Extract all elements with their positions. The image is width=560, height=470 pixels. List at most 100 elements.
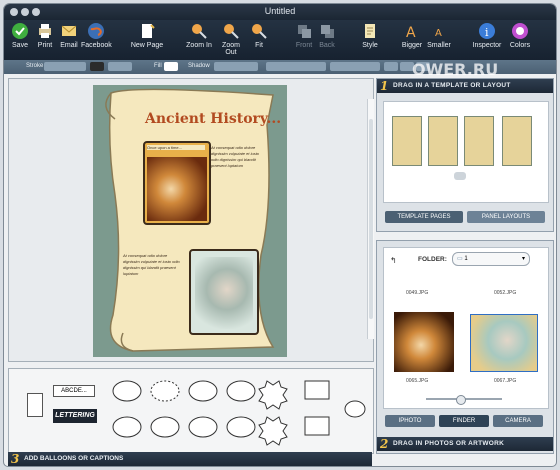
- tab-panel-layouts[interactable]: PANEL LAYOUTS: [467, 211, 545, 223]
- balloons-panel: ABCDE... LETTERING: [8, 368, 374, 454]
- front-button[interactable]: Front: [292, 22, 316, 60]
- photo-headphones: [195, 257, 253, 329]
- thumbnail-size-slider[interactable]: [426, 395, 502, 405]
- step-number-1: 1: [380, 79, 389, 93]
- text-box-tool[interactable]: [27, 393, 43, 417]
- template-thumb[interactable]: [502, 116, 532, 166]
- speech-balloon-icon[interactable]: [112, 380, 142, 402]
- zoom-in-icon: [192, 24, 207, 39]
- colors-label: Colors: [509, 42, 531, 49]
- photos-panel-title: DRAG IN PHOTOS OR ARTWORK: [393, 440, 505, 447]
- folder-select[interactable]: ▭ 1 ▾: [452, 252, 530, 266]
- print-button[interactable]: Print: [33, 22, 57, 60]
- template-scroll-knob[interactable]: [454, 172, 466, 180]
- balloon-palette[interactable]: [107, 369, 377, 449]
- smaller-label: Smaller: [427, 42, 451, 49]
- photo-thumb[interactable]: [470, 314, 538, 372]
- explosion-balloon-icon[interactable]: [258, 416, 288, 446]
- tab-iphoto[interactable]: IPHOTO: [385, 415, 435, 427]
- new-page-label: New Page: [130, 42, 164, 49]
- front-label: Front: [295, 42, 313, 49]
- envelope-icon: [61, 25, 77, 36]
- checkmark-icon: [12, 23, 28, 39]
- stroke-width-select[interactable]: [44, 62, 86, 71]
- template-thumb[interactable]: [392, 116, 422, 166]
- text-bigger-icon: A: [406, 25, 416, 40]
- fill-label: Fill: [154, 63, 162, 69]
- email-button[interactable]: Email: [57, 22, 81, 60]
- email-label: Email: [60, 42, 78, 49]
- canvas-vertical-scrollbar[interactable]: [367, 99, 374, 339]
- photos-panel-header: 2 DRAG IN PHOTOS OR ARTWORK: [377, 437, 553, 451]
- zoom-in-button[interactable]: Zoom In: [185, 22, 213, 60]
- zoom-out-icon: [224, 24, 239, 39]
- photo-thumb[interactable]: [394, 312, 454, 372]
- stroke-style-select[interactable]: [108, 62, 132, 71]
- scroll-thumb[interactable]: [369, 119, 373, 319]
- file-name: 0067.JPG: [494, 378, 517, 384]
- tab-template-pages[interactable]: TEMPLATE PAGES: [385, 211, 463, 223]
- file-name: 0049.JPG: [406, 290, 429, 296]
- slider-knob[interactable]: [456, 395, 466, 405]
- colors-button[interactable]: Colors: [507, 22, 533, 60]
- folder-up-icon[interactable]: ↰: [390, 256, 397, 265]
- zoom-out-label: Zoom Out: [222, 42, 240, 56]
- back-button[interactable]: Back: [316, 22, 338, 60]
- style-icon: [365, 24, 375, 38]
- square-balloon-icon[interactable]: [304, 380, 330, 400]
- svg-text:A: A: [406, 25, 416, 40]
- font-size-select[interactable]: [330, 62, 380, 71]
- page-headline[interactable]: Ancient History...: [145, 111, 281, 127]
- body-text-right[interactable]: At consequat odio dolore dignissim vulpu…: [211, 145, 263, 169]
- file-name: 0052.JPG: [494, 290, 517, 296]
- fit-label: Fit: [255, 42, 263, 49]
- caption-tool[interactable]: ABCDE...: [53, 385, 95, 397]
- shout-balloon-icon[interactable]: [226, 416, 256, 438]
- font-select[interactable]: [266, 62, 326, 71]
- panel-caption-top: Once upon a time...: [147, 145, 205, 150]
- inspector-button[interactable]: i Inspector: [472, 22, 502, 60]
- balloons-panel-title: ADD BALLOONS OR CAPTIONS: [24, 455, 124, 462]
- fill-color-well[interactable]: [164, 62, 178, 71]
- facebook-button[interactable]: Facebook: [81, 22, 112, 60]
- lettering-tool[interactable]: LETTERING: [53, 409, 97, 423]
- cloud-balloon-icon[interactable]: [150, 416, 180, 438]
- box-balloon-icon[interactable]: [304, 416, 330, 436]
- templates-panel: 1 DRAG IN A TEMPLATE OR LAYOUT TEMPLATE …: [376, 78, 554, 232]
- burst-balloon-icon[interactable]: [258, 380, 288, 410]
- back-label: Back: [319, 42, 335, 49]
- body-text-left[interactable]: At consequat odio dolore dignissim vulpu…: [123, 253, 185, 277]
- new-page-button[interactable]: New Page: [130, 22, 164, 60]
- save-button[interactable]: Save: [8, 22, 32, 60]
- style-button[interactable]: Style: [359, 22, 381, 60]
- zoom-out-button[interactable]: Zoom Out: [216, 22, 246, 60]
- svg-text:A: A: [435, 28, 442, 39]
- toolbar: Save Print Email Facebook New Page Zoom …: [4, 20, 556, 60]
- text-smaller-icon: A: [435, 28, 442, 39]
- photo-fire-hair: [147, 157, 207, 221]
- rounded-balloon-icon[interactable]: [226, 380, 256, 402]
- comic-page[interactable]: Ancient History... Once upon a time... A…: [93, 85, 287, 357]
- stroke-color-well[interactable]: [90, 62, 104, 71]
- whisper-balloon-icon[interactable]: [112, 416, 142, 438]
- balloons-panel-header: 3 ADD BALLOONS OR CAPTIONS: [8, 452, 372, 466]
- page-canvas[interactable]: Ancient History... Once upon a time... A…: [8, 78, 374, 362]
- image-panel-bottom[interactable]: [189, 249, 259, 335]
- fit-button[interactable]: Fit: [249, 22, 269, 60]
- thought-balloon-icon[interactable]: [188, 380, 218, 402]
- dashed-balloon-icon[interactable]: [150, 380, 180, 402]
- folder-icon: ▭: [457, 256, 463, 262]
- chevron-down-icon: ▾: [521, 256, 525, 262]
- align-left-button[interactable]: [384, 62, 398, 71]
- oval-balloon-icon[interactable]: [188, 416, 218, 438]
- tab-finder[interactable]: FINDER: [439, 415, 489, 427]
- template-thumb[interactable]: [464, 116, 494, 166]
- image-panel-top[interactable]: Once upon a time...: [143, 141, 211, 225]
- smaller-button[interactable]: A Smaller: [425, 22, 453, 60]
- shadow-select[interactable]: [214, 62, 258, 71]
- bigger-button[interactable]: A Bigger: [399, 22, 425, 60]
- tab-camera[interactable]: CAMERA: [493, 415, 543, 427]
- file-name: 0065.JPG: [406, 378, 429, 384]
- small-balloon-icon[interactable]: [344, 400, 366, 418]
- template-thumb[interactable]: [428, 116, 458, 166]
